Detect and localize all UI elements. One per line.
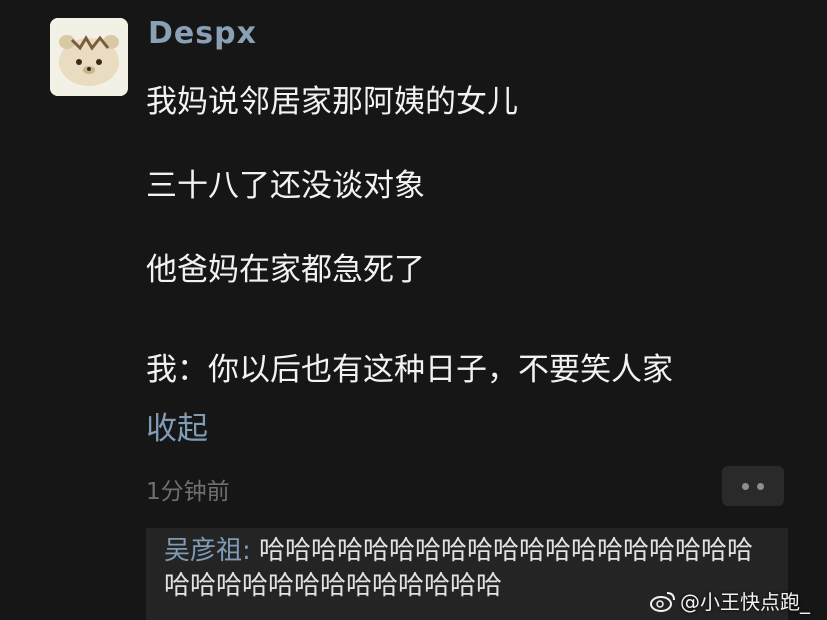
watermark: @小王快点跑_ <box>650 586 810 615</box>
post-text-line-3: 他爸妈在家都急死了 <box>146 252 425 288</box>
reply-username[interactable]: 吴彦祖: <box>164 536 251 566</box>
more-options-button[interactable] <box>722 466 784 506</box>
collapse-link[interactable]: 收起 <box>146 403 208 448</box>
user-avatar[interactable] <box>50 18 128 96</box>
post-text-line-2: 三十八了还没谈对象 <box>146 168 425 204</box>
more-dots-icon <box>742 482 749 490</box>
post-timestamp: 1分钟前 <box>146 479 230 505</box>
weibo-icon <box>650 591 675 612</box>
username[interactable]: Despx <box>148 16 257 51</box>
bear-avatar-icon <box>50 18 128 96</box>
post-text-line-1: 我妈说邻居家那阿姨的女儿 <box>146 84 518 120</box>
watermark-text: @小王快点跑_ <box>680 590 810 614</box>
post-text-line-4: 我：你以后也有这种日子，不要笑人家 <box>146 352 673 388</box>
more-dots-icon <box>757 482 764 490</box>
